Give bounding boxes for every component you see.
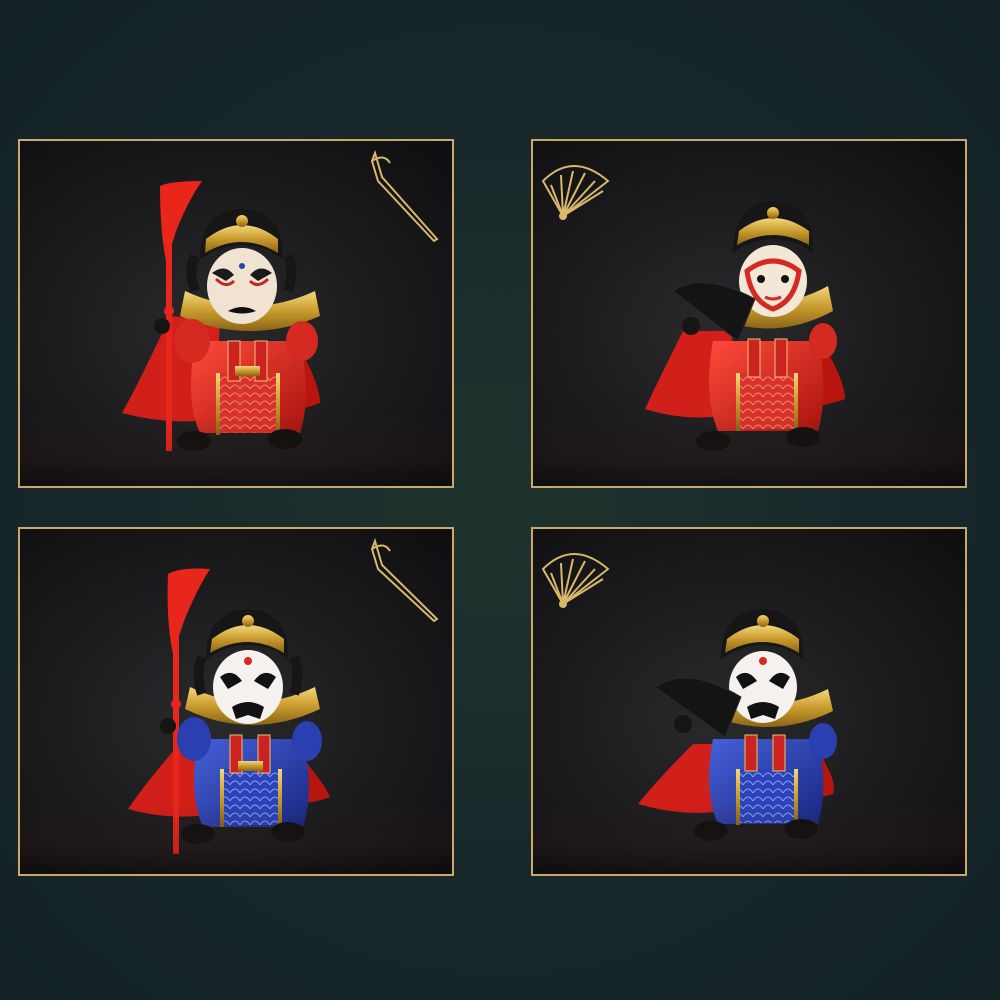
fan-outline-icon: [541, 165, 610, 220]
photo-panel-blue-blade: [18, 527, 454, 876]
photo-panel-red-blade: [18, 139, 454, 488]
photo-panel-red-fan: [531, 139, 967, 488]
blade-outline-icon: [370, 149, 439, 243]
floor-reflection: [20, 416, 452, 486]
floor-reflection: [533, 804, 965, 874]
blade-outline-icon: [370, 537, 439, 623]
floor-reflection: [533, 416, 965, 486]
photo-panel-blue-fan: [531, 527, 967, 876]
fan-outline-icon: [541, 553, 610, 608]
held-fan: [654, 677, 742, 738]
floor-reflection: [20, 804, 452, 874]
